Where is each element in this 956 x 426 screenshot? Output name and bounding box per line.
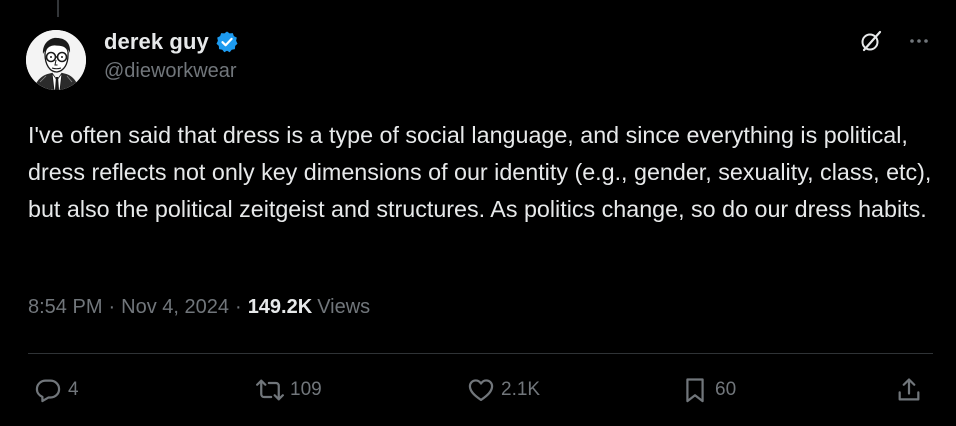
- bookmark-icon: [686, 378, 704, 403]
- divider: [28, 353, 933, 354]
- like-button[interactable]: 2.1K: [467, 376, 540, 404]
- grok-icon[interactable]: [858, 28, 884, 54]
- views-count[interactable]: 149.2K: [248, 296, 313, 319]
- bookmark-count: 60: [715, 379, 737, 400]
- tweet-date[interactable]: Nov 4, 2024: [121, 296, 229, 319]
- reply-icon: [35, 379, 61, 403]
- share-icon: [898, 378, 920, 401]
- top-actions: [858, 28, 932, 54]
- reply-button[interactable]: 4: [34, 376, 79, 404]
- repost-icon: [256, 379, 284, 401]
- avatar[interactable]: [26, 30, 86, 90]
- author-info: derek guy @dieworkwear: [104, 28, 239, 83]
- display-name-row: derek guy: [104, 28, 239, 56]
- handle[interactable]: @dieworkwear: [104, 60, 239, 83]
- share-button[interactable]: [895, 376, 923, 404]
- reply-count: 4: [68, 379, 79, 400]
- tweet: derek guy @dieworkwear I've often said t…: [0, 0, 956, 426]
- avatar-illustration: [26, 30, 86, 90]
- display-name[interactable]: derek guy: [104, 29, 209, 55]
- tweet-time[interactable]: 8:54 PM: [28, 296, 102, 319]
- heart-icon: [468, 379, 494, 402]
- tweet-meta: 8:54 PM · Nov 4, 2024 · 149.2K Views: [28, 296, 370, 319]
- repost-count: 109: [290, 379, 322, 400]
- meta-separator: ·: [108, 296, 116, 318]
- bookmark-button[interactable]: 60: [681, 376, 736, 404]
- views-label[interactable]: Views: [317, 296, 370, 319]
- repost-button[interactable]: 109: [256, 376, 322, 404]
- more-icon[interactable]: [906, 28, 932, 54]
- like-count: 2.1K: [501, 379, 541, 400]
- verified-badge-icon[interactable]: [215, 30, 239, 54]
- tweet-text: I've often said that dress is a type of …: [28, 122, 932, 222]
- meta-separator: ·: [235, 296, 242, 318]
